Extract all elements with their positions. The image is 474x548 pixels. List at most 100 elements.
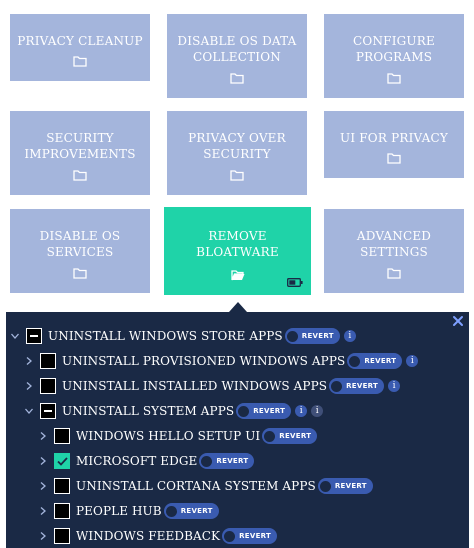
revert-toggle[interactable]: REVERT bbox=[317, 478, 373, 494]
tile-remove-bloatware[interactable]: REMOVE BLOATWARE bbox=[164, 207, 311, 295]
tile-privacy-over-security[interactable]: PRIVACY OVER SECURITY bbox=[167, 111, 307, 195]
tree-row[interactable]: UNINSTALL SYSTEM APPS REVERT i i bbox=[24, 400, 324, 422]
tile-label: ADVANCED SETTINGS bbox=[356, 229, 432, 259]
revert-toggle[interactable]: REVERT bbox=[347, 353, 403, 369]
folder-icon bbox=[387, 73, 401, 84]
toggle-knob bbox=[331, 380, 343, 392]
folder-icon bbox=[230, 170, 244, 181]
toggle-knob bbox=[286, 330, 298, 342]
tree-row[interactable]: UNINSTALL INSTALLED WINDOWS APPS REVERT … bbox=[24, 375, 401, 397]
chevron-right-icon[interactable] bbox=[38, 506, 48, 516]
bloatware-tree-panel: UNINSTALL WINDOWS STORE APPS REVERT i UN… bbox=[6, 312, 469, 548]
checkbox[interactable] bbox=[40, 403, 56, 419]
tree-row-label: UNINSTALL SYSTEM APPS bbox=[62, 404, 235, 418]
info-icon[interactable]: i bbox=[388, 380, 401, 392]
tree-row[interactable]: WINDOWS HELLO SETUP UI REVERT bbox=[38, 425, 318, 447]
info-icon-secondary[interactable]: i bbox=[311, 405, 324, 417]
tile-disable-os-data-collection[interactable]: DISABLE OS DATA COLLECTION bbox=[167, 14, 307, 98]
tree-row[interactable]: PEOPLE HUB REVERT bbox=[38, 500, 219, 522]
toggle-knob bbox=[349, 355, 361, 367]
tree-row[interactable]: UNINSTALL CORTANA SYSTEM APPS REVERT bbox=[38, 475, 373, 497]
revert-label: REVERT bbox=[253, 407, 286, 415]
revert-toggle[interactable]: REVERT bbox=[163, 503, 219, 519]
tree-row-label: UNINSTALL CORTANA SYSTEM APPS bbox=[76, 479, 316, 493]
tile-advanced-settings[interactable]: ADVANCED SETTINGS bbox=[324, 209, 464, 293]
checkbox[interactable] bbox=[40, 353, 56, 369]
tree-row-label: UNINSTALL INSTALLED WINDOWS APPS bbox=[62, 379, 328, 393]
checkbox[interactable] bbox=[54, 528, 70, 544]
tile-label: CONFIGURE PROGRAMS bbox=[353, 34, 435, 64]
revert-toggle[interactable]: REVERT bbox=[262, 428, 318, 444]
chevron-down-icon[interactable] bbox=[10, 331, 20, 341]
tile-privacy-cleanup[interactable]: PRIVACY CLEANUP bbox=[10, 14, 150, 81]
tile-label: PRIVACY OVER SECURITY bbox=[188, 131, 286, 161]
tile-label: SECURITY IMPROVEMENTS bbox=[24, 131, 136, 161]
chevron-right-icon[interactable] bbox=[24, 381, 34, 391]
tile-configure-programs[interactable]: CONFIGURE PROGRAMS bbox=[324, 14, 464, 98]
battery-icon bbox=[287, 278, 303, 287]
folder-icon bbox=[73, 56, 87, 67]
revert-label: REVERT bbox=[346, 382, 379, 390]
folder-icon bbox=[73, 170, 87, 181]
folder-icon bbox=[230, 73, 244, 84]
category-grid: PRIVACY CLEANUP DISABLE OS DATA COLLECTI… bbox=[0, 0, 474, 300]
tile-label: DISABLE OS DATA COLLECTION bbox=[177, 34, 297, 64]
revert-label: REVERT bbox=[334, 482, 367, 490]
tree-row-label: WINDOWS FEEDBACK bbox=[76, 529, 221, 543]
tree-row-label: UNINSTALL PROVISIONED WINDOWS APPS bbox=[62, 354, 346, 368]
tile-disable-os-services[interactable]: DISABLE OS SERVICES bbox=[10, 209, 150, 293]
info-icon[interactable]: i bbox=[343, 330, 356, 342]
chevron-right-icon[interactable] bbox=[38, 531, 48, 541]
revert-label: REVERT bbox=[239, 532, 272, 540]
tree-row-label: UNINSTALL WINDOWS STORE APPS bbox=[48, 329, 283, 343]
toggle-knob bbox=[264, 430, 276, 442]
checkbox[interactable] bbox=[54, 478, 70, 494]
checkbox[interactable] bbox=[26, 328, 42, 344]
revert-label: REVERT bbox=[279, 432, 312, 440]
tree-row-label: MICROSOFT EDGE bbox=[76, 454, 198, 468]
revert-label: REVERT bbox=[364, 357, 397, 365]
revert-label: REVERT bbox=[180, 507, 213, 515]
revert-toggle[interactable]: REVERT bbox=[236, 403, 292, 419]
checkmark-icon bbox=[57, 457, 68, 466]
folder-icon bbox=[387, 153, 401, 164]
revert-toggle[interactable]: REVERT bbox=[329, 378, 385, 394]
revert-toggle[interactable]: REVERT bbox=[199, 453, 255, 469]
chevron-right-icon[interactable] bbox=[24, 356, 34, 366]
toggle-knob bbox=[319, 480, 331, 492]
info-icon[interactable]: i bbox=[295, 405, 308, 417]
chevron-right-icon[interactable] bbox=[38, 431, 48, 441]
panel-pointer bbox=[229, 302, 247, 312]
tree-row[interactable]: MICROSOFT EDGE REVERT bbox=[38, 450, 255, 472]
folder-icon bbox=[387, 268, 401, 279]
checkbox-checked[interactable] bbox=[54, 453, 70, 469]
tile-label: PRIVACY CLEANUP bbox=[17, 33, 143, 48]
toggle-knob bbox=[201, 455, 213, 467]
revert-toggle[interactable]: REVERT bbox=[284, 328, 340, 344]
chevron-down-icon[interactable] bbox=[24, 406, 34, 416]
tile-security-improvements[interactable]: SECURITY IMPROVEMENTS bbox=[10, 111, 150, 195]
checkbox[interactable] bbox=[54, 428, 70, 444]
tree-row[interactable]: UNINSTALL WINDOWS STORE APPS REVERT i bbox=[10, 325, 356, 347]
close-icon[interactable] bbox=[451, 314, 465, 328]
tree-row[interactable]: WINDOWS FEEDBACK REVERT bbox=[38, 525, 278, 547]
folder-open-icon bbox=[230, 270, 244, 281]
checkbox[interactable] bbox=[54, 503, 70, 519]
tile-label: UI FOR PRIVACY bbox=[340, 130, 448, 145]
chevron-right-icon[interactable] bbox=[38, 456, 48, 466]
tree-row[interactable]: UNINSTALL PROVISIONED WINDOWS APPS REVER… bbox=[24, 350, 419, 372]
toggle-knob bbox=[238, 405, 250, 417]
tree-row-label: PEOPLE HUB bbox=[76, 504, 162, 518]
revert-label: REVERT bbox=[216, 457, 249, 465]
tile-label: DISABLE OS SERVICES bbox=[39, 229, 121, 259]
tree-row-label: WINDOWS HELLO SETUP UI bbox=[76, 429, 261, 443]
revert-label: REVERT bbox=[301, 332, 334, 340]
revert-toggle[interactable]: REVERT bbox=[222, 528, 278, 544]
toggle-knob bbox=[165, 505, 177, 517]
folder-icon bbox=[73, 268, 87, 279]
info-icon[interactable]: i bbox=[406, 355, 419, 367]
chevron-right-icon[interactable] bbox=[38, 481, 48, 491]
toggle-knob bbox=[224, 530, 236, 542]
tile-ui-for-privacy[interactable]: UI FOR PRIVACY bbox=[324, 111, 464, 178]
checkbox[interactable] bbox=[40, 378, 56, 394]
